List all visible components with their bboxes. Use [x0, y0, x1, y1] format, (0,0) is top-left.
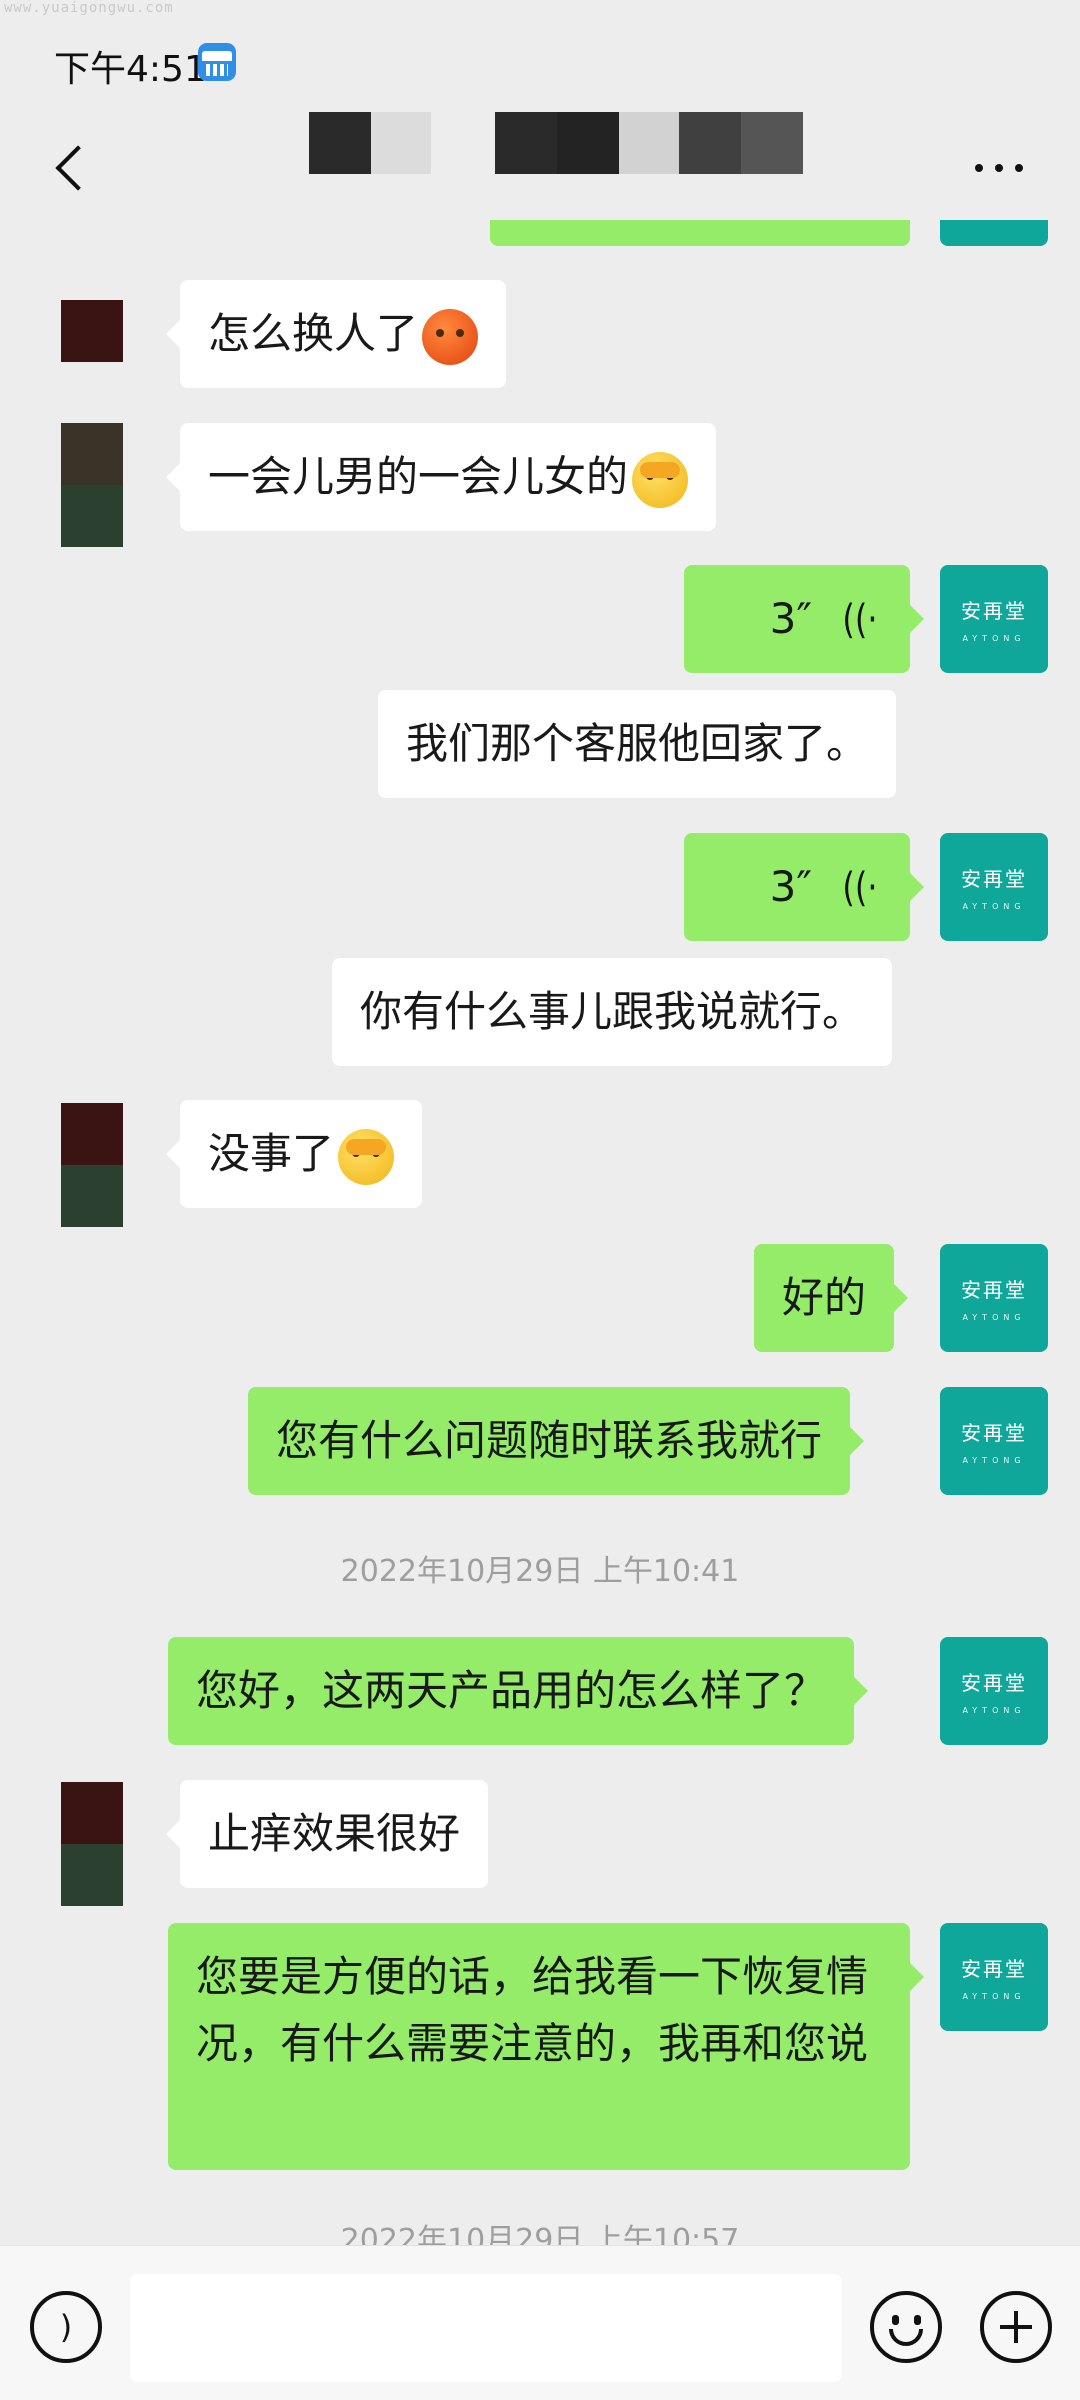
voice-duration: 3″	[769, 862, 813, 911]
chevron-left-icon[interactable]	[46, 142, 102, 198]
message-bubble-voice-transcript[interactable]: 我们那个客服他回家了。	[378, 690, 897, 798]
angry-face-icon	[422, 308, 479, 365]
message-bubble-outgoing[interactable]: 您有什么问题随时联系我就行	[248, 1387, 865, 1495]
shop-app-icon	[198, 43, 236, 81]
facepalm-icon	[338, 1128, 395, 1185]
message-bubble-voice-transcript[interactable]: 你有什么事儿跟我说就行。	[332, 958, 893, 1066]
contact-avatar[interactable]	[61, 423, 123, 547]
voice-input-icon[interactable]: )	[30, 2291, 102, 2363]
contact-avatar[interactable]	[61, 300, 123, 362]
voice-duration: 3″	[769, 594, 813, 643]
message-text: 您好，这两天产品用的怎么样了？	[196, 1666, 827, 1715]
message-text: 一会儿男的一会儿女的	[208, 452, 629, 501]
message-timestamp: 2022年10月29日 上午10:41	[340, 1554, 740, 1589]
contact-avatar[interactable]	[61, 1103, 123, 1227]
message-bubble-outgoing[interactable]: 您要是方便的话，给我看一下恢复情况，有什么需要注意的，我再和您说	[168, 1923, 924, 2170]
voice-wave-icon: ((·	[842, 597, 878, 643]
chat-title-redacted-2	[495, 112, 803, 174]
message-bubble-cut	[490, 220, 910, 246]
message-text: 止痒效果很好	[208, 1809, 461, 1858]
message-timestamp: 2022年10月29日 上午10:57	[340, 2223, 740, 2245]
message-bubble-outgoing[interactable]: 您好，这两天产品用的怎么样了？	[168, 1637, 869, 1745]
voice-message-bubble[interactable]: 3″ ((·	[684, 833, 924, 941]
message-bubble-incoming[interactable]: 止痒效果很好	[165, 1780, 489, 1888]
brand-avatar[interactable]: 安再堂 AYTONG	[940, 1637, 1048, 1745]
message-text: 好的	[782, 1273, 867, 1322]
status-time: 下午4:51	[54, 49, 207, 90]
message-bubble-incoming[interactable]: 没事了	[165, 1100, 423, 1208]
message-text: 怎么换人了	[208, 309, 419, 358]
message-bubble-outgoing[interactable]: 好的	[754, 1244, 909, 1352]
message-list[interactable]: 怎么换人了 一会儿男的一会儿女的 3″ ((· 安再堂 AYTONG 我们那个客服他…	[0, 220, 1080, 2245]
message-text: 您要是方便的话，给我看一下恢复情况，有什么需要注意的，我再和您说	[196, 1952, 869, 2068]
facepalm-icon	[632, 451, 689, 508]
message-bubble-incoming[interactable]: 一会儿男的一会儿女的	[165, 423, 717, 531]
emoji-smile-icon[interactable]	[870, 2291, 942, 2363]
avatar-cut	[940, 220, 1048, 246]
chat-title-redacted	[309, 112, 431, 174]
message-text: 你有什么事儿跟我说就行。	[360, 987, 865, 1036]
brand-avatar[interactable]: 安再堂 AYTONG	[940, 1923, 1048, 2031]
status-bar: 下午4:51	[0, 0, 1080, 120]
brand-avatar[interactable]: 安再堂 AYTONG	[940, 833, 1048, 941]
voice-message-bubble[interactable]: 3″ ((·	[684, 565, 924, 673]
message-text: 没事了	[208, 1129, 335, 1178]
more-horizontal-icon[interactable]	[975, 156, 1035, 180]
contact-avatar[interactable]	[61, 1782, 123, 1906]
voice-wave-icon: ((·	[842, 865, 878, 911]
brand-avatar[interactable]: 安再堂 AYTONG	[940, 1244, 1048, 1352]
input-bar: )	[0, 2245, 1080, 2400]
message-text: 我们那个客服他回家了。	[406, 719, 869, 768]
brand-avatar[interactable]: 安再堂 AYTONG	[940, 1387, 1048, 1495]
message-input[interactable]	[130, 2274, 842, 2382]
plus-circle-icon[interactable]	[980, 2291, 1052, 2363]
message-bubble-incoming[interactable]: 怎么换人了	[165, 280, 507, 388]
message-text: 您有什么问题随时联系我就行	[276, 1416, 823, 1465]
brand-avatar[interactable]: 安再堂 AYTONG	[940, 565, 1048, 673]
